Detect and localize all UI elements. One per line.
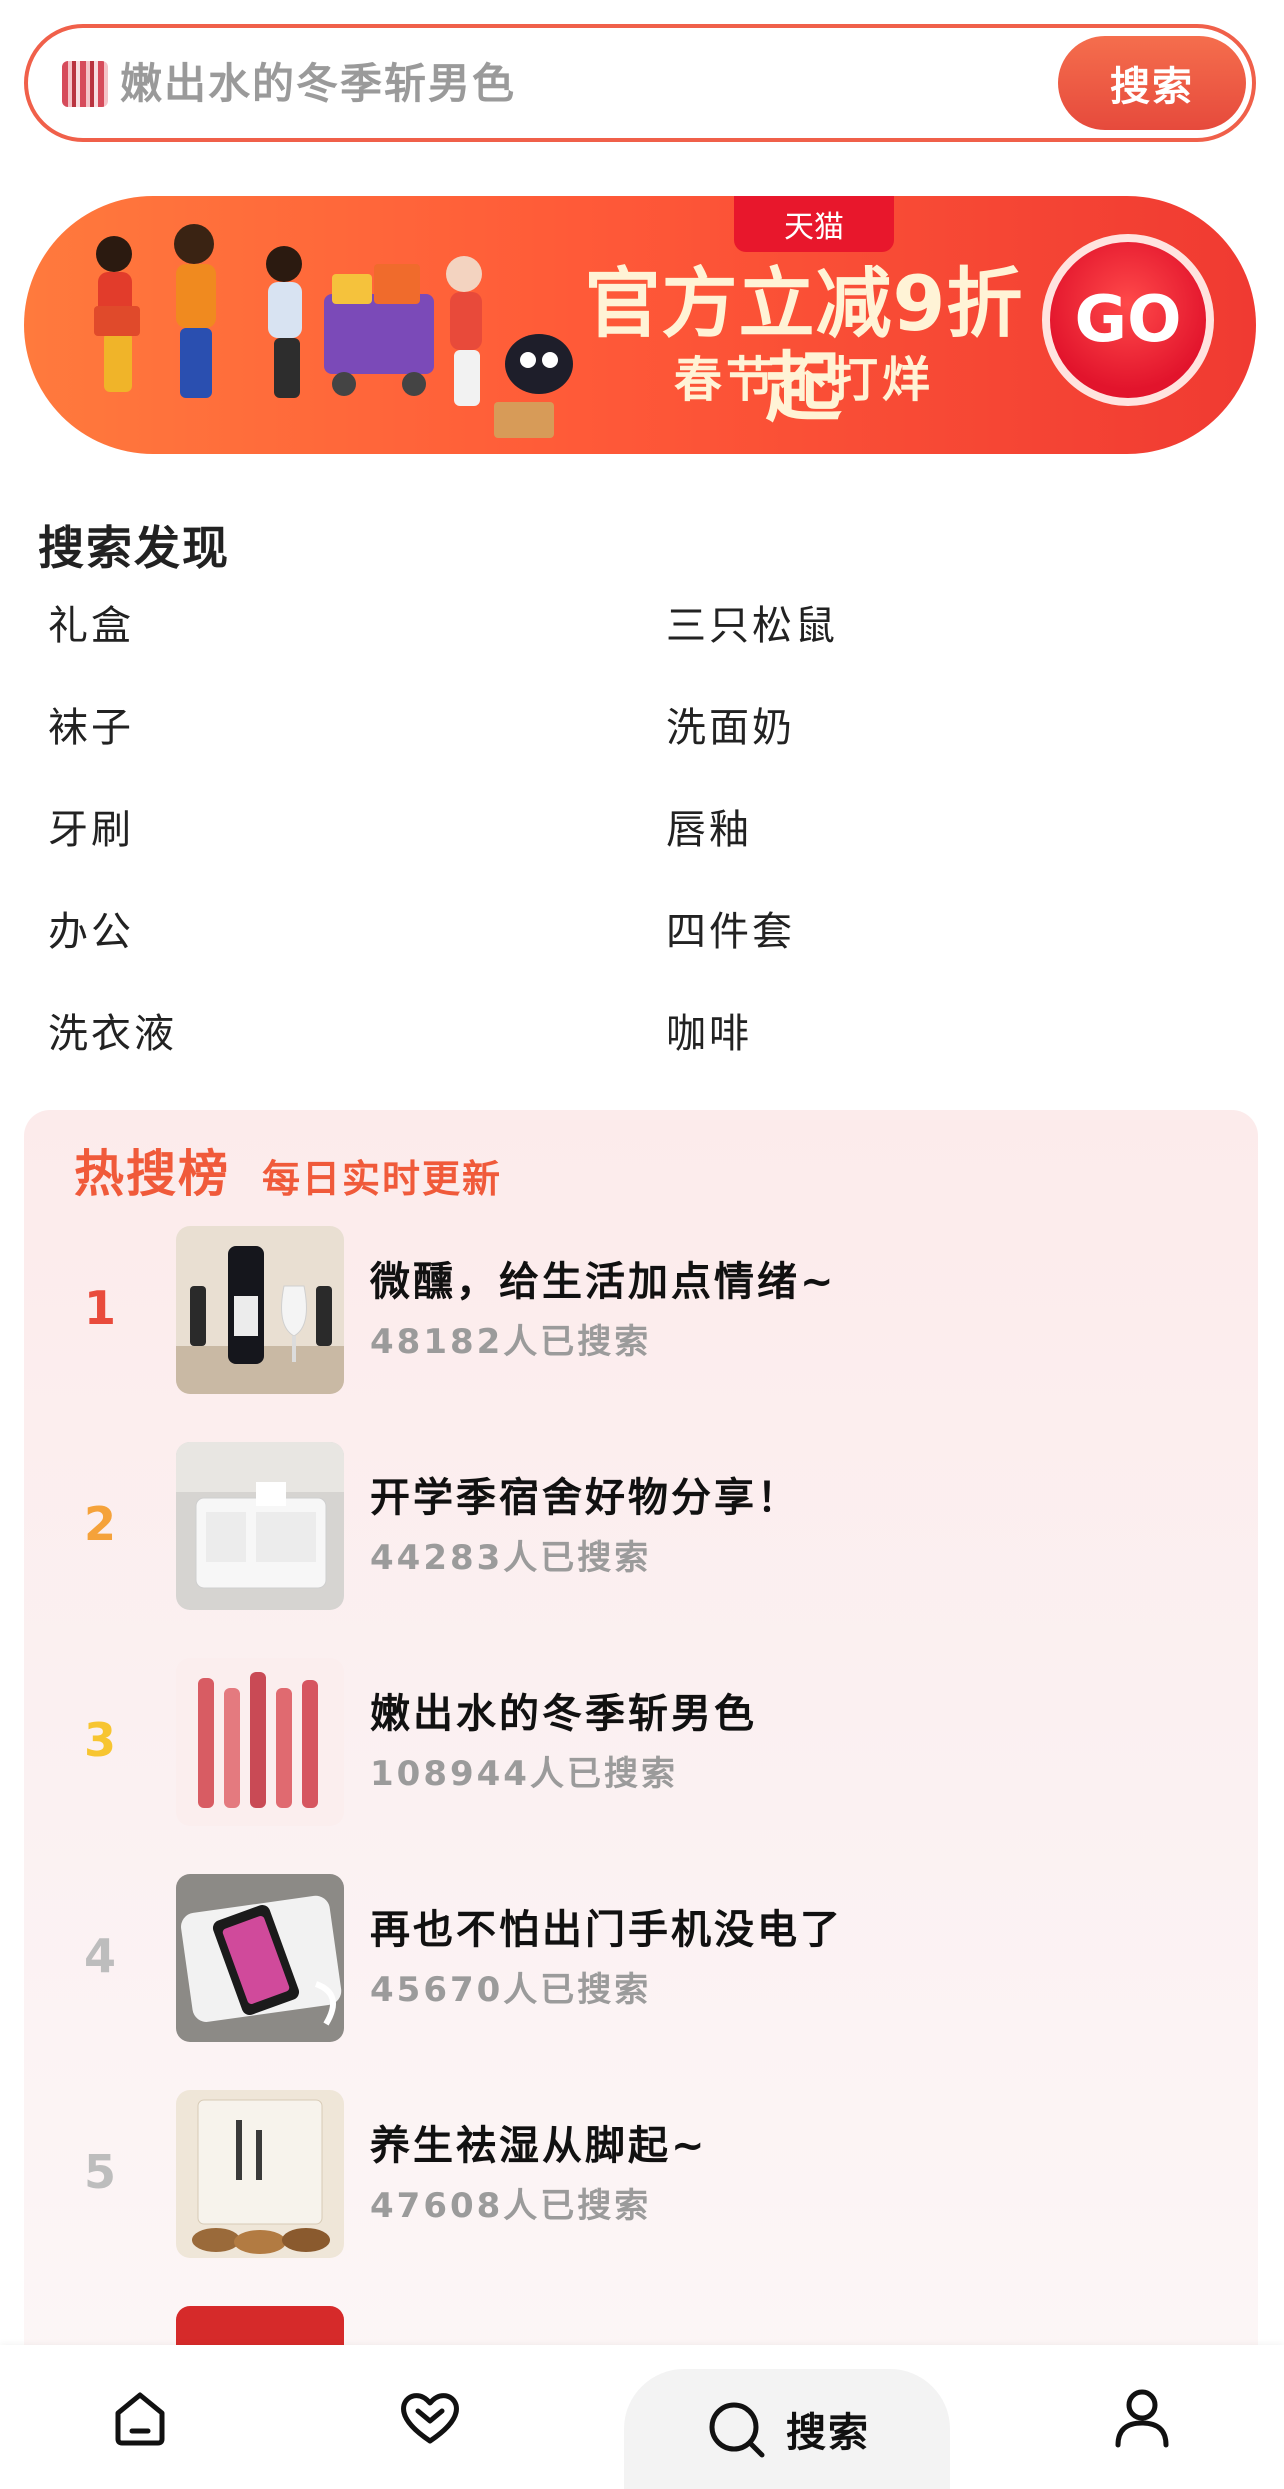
discovery-item[interactable]: 咖啡 [666,1008,752,1060]
home-icon [115,2392,165,2446]
nav-search[interactable]: 搜索 [624,2369,950,2489]
hot-list-item[interactable]: 4 再也不怕出门手机没电了 45670人已搜索 [24,1874,1258,2042]
hot-list-item[interactable]: 3 嫩出水的冬季斩男色 108944人已搜索 [24,1658,1258,1826]
nav-home[interactable] [60,2345,220,2489]
nav-search-label: 搜索 [786,2410,870,2456]
product-thumbnail [176,2090,344,2258]
search-bar[interactable]: 嫩出水的冬季斩男色 搜索 [24,24,1256,142]
discovery-item[interactable]: 牙刷 [48,804,134,856]
hot-list-item[interactable]: 1 微醺，给生活加点情绪~ 48182人已搜索 [24,1226,1258,1394]
search-input[interactable]: 嫩出水的冬季斩男色 [120,58,516,110]
hot-rank: 5 [84,2145,117,2199]
banner-go-button[interactable]: GO [1042,234,1214,406]
hot-item-count: 47608人已搜索 [370,2186,652,2226]
user-icon [1115,2389,1169,2448]
nav-profile[interactable] [1062,2345,1222,2489]
search-button[interactable]: 搜索 [1058,36,1246,130]
hot-item-name: 嫩出水的冬季斩男色 [370,1691,757,1737]
hot-rank: 1 [84,1281,117,1335]
discovery-title: 搜索发现 [38,521,230,575]
hot-item-name: 微醺，给生活加点情绪~ [370,1259,837,1305]
product-thumbnail [176,1874,344,2042]
hot-item-count: 108944人已搜索 [370,1754,678,1794]
search-icon [709,2402,765,2458]
product-thumbnail [176,1658,344,1826]
herbal-foot-soak-image [176,2090,344,2258]
search-suggestion-thumbnail [62,61,108,107]
nav-favorites[interactable] [350,2345,510,2489]
discovery-item[interactable]: 袜子 [48,702,134,754]
hot-item-name: 养生祛湿从脚起~ [370,2123,708,2169]
bottom-nav: 搜索 [0,2345,1284,2489]
hot-item-count: 48182人已搜索 [370,1322,652,1362]
hot-item-count: 44283人已搜索 [370,1538,652,1578]
bedside-organizer-image [176,1442,344,1610]
banner-illustration [94,224,573,438]
heart-icon [401,2393,459,2444]
hot-rank: 2 [84,1497,117,1551]
product-thumbnail [176,1442,344,1610]
discovery-item[interactable]: 四件套 [666,906,795,958]
hot-search-subtitle: 每日实时更新 [262,1157,503,1201]
discovery-item[interactable]: 礼盒 [48,600,134,652]
hot-rank: 4 [84,1929,117,1983]
sake-bottle-image [176,1226,344,1394]
hot-item-count: 45670人已搜索 [370,1970,652,2010]
discovery-item[interactable]: 洗面奶 [666,702,795,754]
banner-subline: 春节不打烊 [673,352,934,408]
hot-list-item[interactable]: 2 开学季宿舍好物分享！ 44283人已搜索 [24,1442,1258,1610]
discovery-item[interactable]: 办公 [48,906,134,958]
promo-banner[interactable]: 天猫 官方立减9折起 春节不打烊 GO [24,196,1256,454]
hot-search-panel: 热搜榜 每日实时更新 1 微醺，给生活加点情绪~ 48182人已搜索 2 开学季… [24,1110,1258,2489]
discovery-item[interactable]: 洗衣液 [48,1008,177,1060]
power-bank-image [176,1874,344,2042]
hot-item-name: 开学季宿舍好物分享！ [370,1475,800,1521]
hot-list-item[interactable]: 5 养生祛湿从脚起~ 47608人已搜索 [24,2090,1258,2258]
discovery-item[interactable]: 唇釉 [666,804,752,856]
hot-item-name: 再也不怕出门手机没电了 [370,1907,843,1953]
lip-gloss-image [176,1658,344,1826]
hot-rank: 3 [84,1713,117,1767]
hot-search-title: 热搜榜 [74,1145,230,1203]
tmall-tag: 天猫 [734,196,894,252]
discovery-item[interactable]: 三只松鼠 [666,600,838,652]
product-thumbnail [176,1226,344,1394]
